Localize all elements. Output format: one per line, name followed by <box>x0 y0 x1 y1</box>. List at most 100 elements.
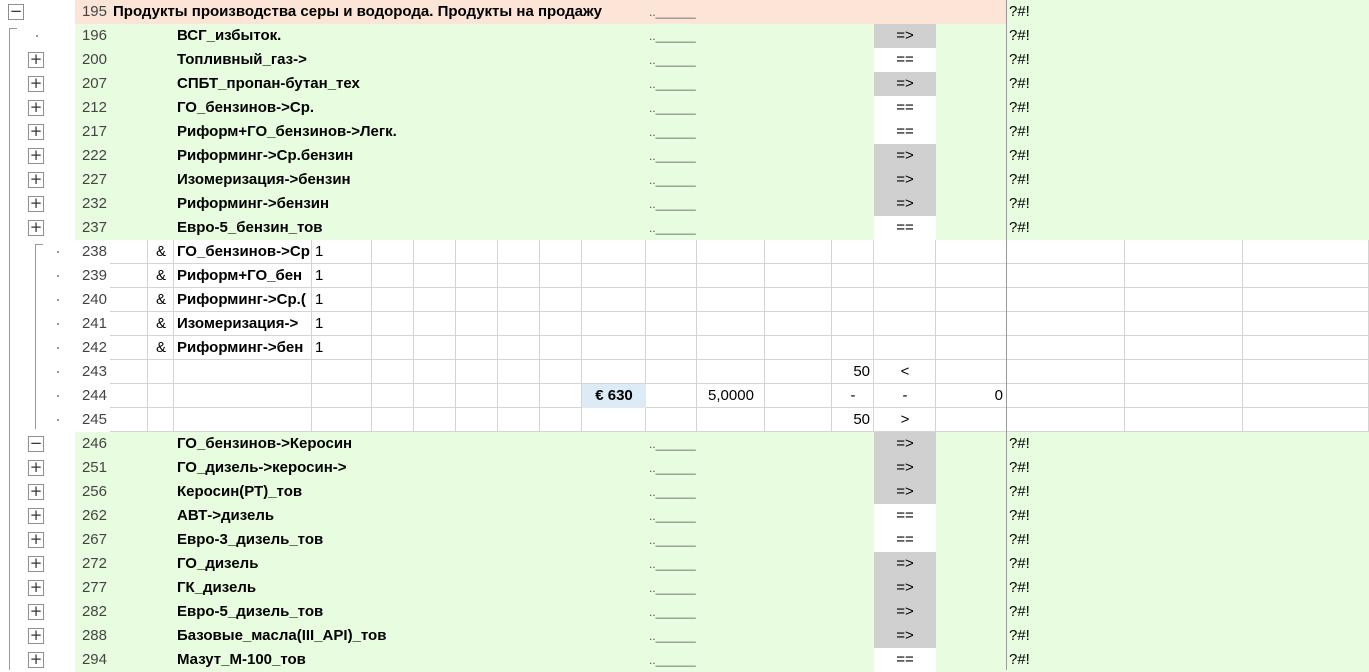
row-number[interactable]: 242 <box>75 336 110 360</box>
ampersand-cell[interactable]: & <box>148 264 174 288</box>
grid-cell[interactable] <box>498 312 540 336</box>
grid-cell[interactable] <box>765 384 832 408</box>
grid-cell[interactable] <box>174 360 312 384</box>
grid-cell[interactable] <box>414 360 456 384</box>
grid-cell[interactable] <box>765 408 832 432</box>
product-name[interactable]: Топливный_газ-> <box>174 48 646 72</box>
grid-cell[interactable] <box>936 360 1007 384</box>
grid-cell[interactable] <box>456 384 498 408</box>
row-number[interactable]: 195 <box>75 0 110 24</box>
operator-cell[interactable]: => <box>874 432 936 456</box>
flag-cell[interactable]: ?#! <box>1007 168 1369 192</box>
flag-cell[interactable]: ?#! <box>1007 528 1369 552</box>
grid-cell[interactable] <box>110 264 148 288</box>
expand-group-button[interactable]: + <box>28 652 44 668</box>
product-name[interactable]: ГО_дизель <box>174 552 646 576</box>
grid-cell[interactable] <box>1007 384 1125 408</box>
row-number[interactable]: 282 <box>75 600 110 624</box>
detail-value[interactable]: 1 <box>312 336 372 360</box>
operator-cell[interactable]: == <box>874 120 936 144</box>
row-number[interactable]: 217 <box>75 120 110 144</box>
limit-qty[interactable]: 50 <box>832 408 874 432</box>
operator-cell[interactable]: => <box>874 552 936 576</box>
grid-cell[interactable] <box>646 288 697 312</box>
row-number[interactable]: 241 <box>75 312 110 336</box>
operator-cell[interactable]: => <box>874 480 936 504</box>
total-cell[interactable]: 0 <box>936 384 1007 408</box>
grid-cell[interactable] <box>1125 360 1243 384</box>
grid-cell[interactable] <box>372 408 414 432</box>
flag-cell[interactable]: ?#! <box>1007 504 1369 528</box>
operator-cell[interactable]: == <box>874 216 936 240</box>
grid-cell[interactable] <box>697 336 765 360</box>
grid-cell[interactable] <box>1243 360 1369 384</box>
operator-cell[interactable]: => <box>874 456 936 480</box>
expand-group-button[interactable]: + <box>28 196 44 212</box>
operator-cell[interactable]: == <box>874 504 936 528</box>
product-name[interactable]: ГК_дизель <box>174 576 646 600</box>
detail-value[interactable]: 1 <box>312 240 372 264</box>
grid-cell[interactable] <box>372 360 414 384</box>
grid-cell[interactable] <box>582 408 646 432</box>
grid-cell[interactable] <box>110 384 148 408</box>
expand-group-button[interactable]: + <box>28 52 44 68</box>
grid-cell[interactable] <box>1007 240 1125 264</box>
operator-cell[interactable]: => <box>874 24 936 48</box>
grid-cell[interactable] <box>498 360 540 384</box>
grid-cell[interactable] <box>582 240 646 264</box>
grid-cell[interactable] <box>1007 336 1125 360</box>
grid-cell[interactable] <box>372 312 414 336</box>
grid-cell[interactable] <box>697 288 765 312</box>
product-name[interactable]: АВТ->дизель <box>174 504 646 528</box>
product-name[interactable]: ГО_дизель->керосин-> <box>174 456 646 480</box>
expand-group-button[interactable]: + <box>28 604 44 620</box>
expand-group-button[interactable]: + <box>28 124 44 140</box>
detail-value[interactable]: 1 <box>312 312 372 336</box>
grid-cell[interactable] <box>540 336 582 360</box>
ampersand-cell[interactable]: & <box>148 240 174 264</box>
grid-cell[interactable] <box>540 312 582 336</box>
section-title[interactable]: Продукты производства серы и водорода. П… <box>110 0 646 24</box>
grid-cell[interactable] <box>498 288 540 312</box>
grid-cell[interactable] <box>498 264 540 288</box>
limit-operator[interactable]: > <box>874 408 936 432</box>
grid-cell[interactable] <box>540 408 582 432</box>
operator-cell[interactable]: == <box>874 48 936 72</box>
row-number[interactable]: 246 <box>75 432 110 456</box>
flag-cell[interactable]: ?#! <box>1007 624 1369 648</box>
expand-group-button[interactable]: + <box>28 628 44 644</box>
collapse-group-button[interactable]: − <box>28 436 44 452</box>
expand-group-button[interactable]: + <box>28 508 44 524</box>
flag-cell[interactable]: ?#! <box>1007 24 1369 48</box>
grid-cell[interactable] <box>1243 312 1369 336</box>
grid-cell[interactable] <box>936 312 1007 336</box>
dash-cell[interactable]: - <box>874 384 936 408</box>
product-name[interactable]: Евро-5_дизель_тов <box>174 600 646 624</box>
flag-cell[interactable]: ?#! <box>1007 48 1369 72</box>
row-number[interactable]: 240 <box>75 288 110 312</box>
row-number[interactable]: 267 <box>75 528 110 552</box>
grid-cell[interactable] <box>148 384 174 408</box>
grid-cell[interactable] <box>1125 408 1243 432</box>
grid-cell[interactable] <box>540 384 582 408</box>
row-number[interactable]: 200 <box>75 48 110 72</box>
expand-group-button[interactable]: + <box>28 532 44 548</box>
expand-group-button[interactable]: + <box>28 172 44 188</box>
ampersand-cell[interactable]: & <box>148 288 174 312</box>
row-number[interactable]: 243 <box>75 360 110 384</box>
expand-group-button[interactable]: + <box>28 460 44 476</box>
grid-cell[interactable] <box>646 336 697 360</box>
grid-cell[interactable] <box>1007 288 1125 312</box>
grid-cell[interactable] <box>174 384 312 408</box>
product-name[interactable]: Изомеризация->бензин <box>174 168 646 192</box>
detail-name[interactable]: Риформинг->бен <box>174 336 312 360</box>
row-number[interactable]: 294 <box>75 648 110 672</box>
row-number[interactable]: 272 <box>75 552 110 576</box>
row-number[interactable]: 239 <box>75 264 110 288</box>
grid-cell[interactable] <box>874 312 936 336</box>
grid-cell[interactable] <box>697 312 765 336</box>
grid-cell[interactable] <box>414 384 456 408</box>
grid-cell[interactable] <box>540 360 582 384</box>
grid-cell[interactable] <box>1243 240 1369 264</box>
grid-cell[interactable] <box>832 312 874 336</box>
